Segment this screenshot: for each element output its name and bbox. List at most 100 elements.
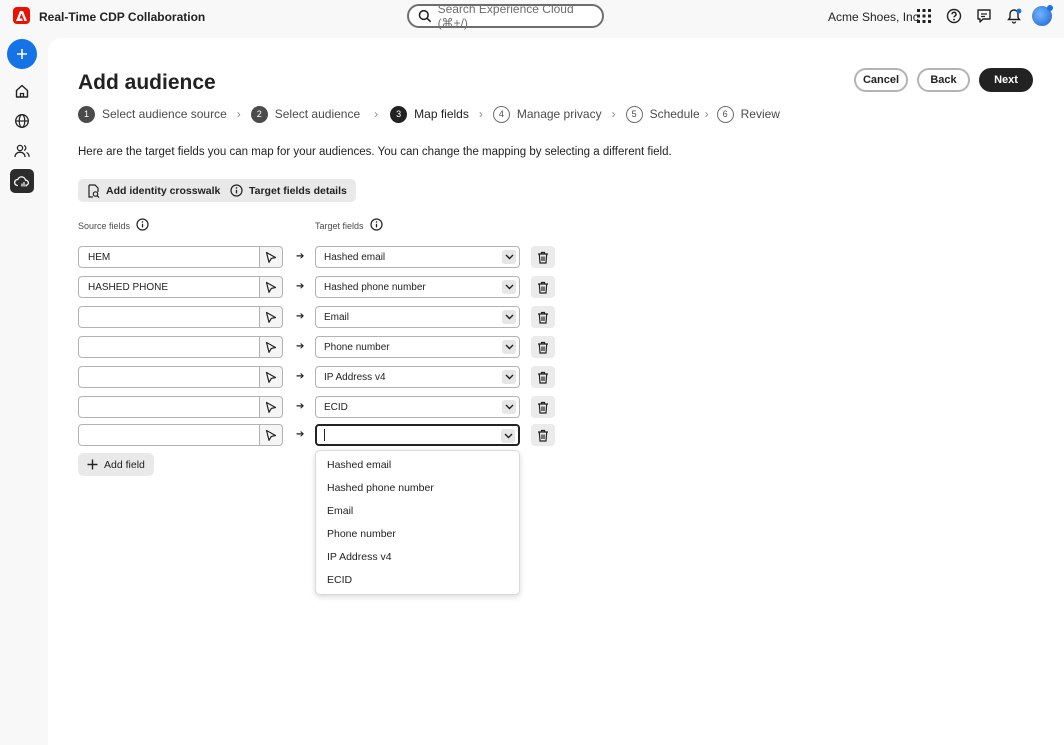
mapping-row: ➔ <box>78 424 558 446</box>
select-source-button[interactable] <box>259 336 283 358</box>
org-switcher[interactable]: Acme Shoes, Inc <box>828 10 919 24</box>
source-fields-label: Source fields <box>78 218 149 233</box>
menu-item[interactable]: IP Address v4 <box>316 545 519 568</box>
target-field-dropdown[interactable]: Phone number <box>315 336 520 358</box>
menu-item[interactable]: Hashed email <box>316 453 519 476</box>
source-field-input[interactable]: HEM <box>78 246 260 268</box>
arrow-right-icon: ➔ <box>296 429 305 440</box>
chevron-right-icon: › <box>374 107 379 121</box>
source-field-input[interactable]: HASHED PHONE <box>78 276 260 298</box>
page-title: Add audience <box>78 71 216 94</box>
mapping-row: HEM ➔ Hashed email <box>78 246 558 268</box>
trash-icon <box>538 251 548 264</box>
user-avatar[interactable] <box>1031 5 1053 27</box>
delete-row-button[interactable] <box>531 276 555 298</box>
text-caret <box>324 429 325 441</box>
source-field-input[interactable] <box>78 366 260 388</box>
back-button[interactable]: Back <box>917 68 970 92</box>
arrow-right-icon: ➔ <box>296 281 305 292</box>
menu-item[interactable]: Email <box>316 499 519 522</box>
target-field-dropdown[interactable]: Hashed phone number <box>315 276 520 298</box>
add-field-button[interactable]: Add field <box>78 453 154 476</box>
select-source-button[interactable] <box>259 306 283 328</box>
cloud-connections-icon[interactable] <box>10 169 34 193</box>
trash-icon <box>538 401 548 414</box>
chevron-right-icon: › <box>478 107 483 121</box>
target-fields-details-button[interactable]: Target fields details <box>221 179 356 202</box>
left-rail: » <box>0 33 48 745</box>
wizard-steps: 1 Select audience source › 2 Select audi… <box>78 105 780 123</box>
mapping-row: ➔ Phone number <box>78 336 558 358</box>
target-field-dropdown[interactable]: ECID <box>315 396 520 418</box>
target-field-dropdown[interactable]: Hashed email <box>315 246 520 268</box>
select-source-button[interactable] <box>259 424 283 446</box>
chevron-down-icon <box>502 370 516 384</box>
target-field-dropdown[interactable]: IP Address v4 <box>315 366 520 388</box>
select-source-button[interactable] <box>259 276 283 298</box>
source-field-input[interactable] <box>78 396 260 418</box>
mapping-row: ➔ Email <box>78 306 558 328</box>
adobe-logo-icon[interactable] <box>13 7 30 24</box>
globe-icon[interactable] <box>10 109 34 133</box>
cursor-icon <box>265 281 277 293</box>
audiences-icon[interactable] <box>10 139 34 163</box>
arrow-right-icon: ➔ <box>296 401 305 412</box>
target-field-dropdown-open[interactable] <box>315 424 520 446</box>
help-icon[interactable] <box>945 7 963 25</box>
page-description: Here are the target fields you can map f… <box>78 146 672 158</box>
chevron-down-icon <box>502 340 516 354</box>
delete-row-button[interactable] <box>531 366 555 388</box>
step-map-fields[interactable]: 3 Map fields <box>390 105 469 123</box>
cancel-button[interactable]: Cancel <box>854 68 908 92</box>
select-source-button[interactable] <box>259 396 283 418</box>
info-icon[interactable] <box>369 218 383 233</box>
chevron-down-icon <box>501 429 515 443</box>
plus-icon <box>87 459 98 470</box>
mapping-row: ➔ ECID <box>78 396 558 418</box>
chevron-down-icon <box>502 250 516 264</box>
step-schedule[interactable]: 5 Schedule <box>625 105 700 123</box>
next-button[interactable]: Next <box>979 68 1033 92</box>
source-field-input[interactable] <box>78 336 260 358</box>
step-review[interactable]: 6 Review <box>716 105 780 123</box>
chevron-right-icon: › <box>236 107 241 121</box>
source-field-input[interactable] <box>78 306 260 328</box>
chevron-down-icon <box>502 280 516 294</box>
apps-grid-icon[interactable] <box>915 7 933 25</box>
menu-item[interactable]: Hashed phone number <box>316 476 519 499</box>
target-field-menu: Hashed email Hashed phone number Email P… <box>315 450 520 595</box>
feedback-icon[interactable] <box>975 7 993 25</box>
trash-icon <box>538 281 548 294</box>
main-panel: Add audience Cancel Back Next 1 Select a… <box>48 38 1064 745</box>
arrow-right-icon: ➔ <box>296 311 305 322</box>
select-source-button[interactable] <box>259 366 283 388</box>
step-select-audience[interactable]: 2 Select audience <box>250 105 360 123</box>
trash-icon <box>538 341 548 354</box>
app-title[interactable]: Real-Time CDP Collaboration <box>39 10 205 24</box>
target-field-dropdown[interactable]: Email <box>315 306 520 328</box>
info-icon[interactable] <box>136 218 149 233</box>
delete-row-button[interactable] <box>531 396 555 418</box>
notifications-icon[interactable] <box>1005 7 1023 25</box>
cursor-icon <box>265 371 277 383</box>
search-input[interactable]: Search Experience Cloud (⌘+/) <box>407 2 604 30</box>
delete-row-button[interactable] <box>531 306 555 328</box>
create-button[interactable] <box>7 39 37 69</box>
chevron-right-icon: › <box>611 107 616 121</box>
delete-row-button[interactable] <box>531 424 555 446</box>
source-field-input[interactable] <box>78 424 260 446</box>
select-source-button[interactable] <box>259 246 283 268</box>
arrow-right-icon: ➔ <box>296 251 305 262</box>
arrow-right-icon: ➔ <box>296 341 305 352</box>
delete-row-button[interactable] <box>531 336 555 358</box>
home-icon[interactable] <box>10 79 34 103</box>
menu-item[interactable]: ECID <box>316 568 519 591</box>
add-identity-crosswalk-button[interactable]: Add identity crosswalk <box>78 179 230 202</box>
delete-row-button[interactable] <box>531 246 555 268</box>
search-icon <box>418 9 432 23</box>
cursor-icon <box>265 401 277 413</box>
mapping-row: ➔ IP Address v4 <box>78 366 558 388</box>
step-manage-privacy[interactable]: 4 Manage privacy <box>492 105 602 123</box>
menu-item[interactable]: Phone number <box>316 522 519 545</box>
step-select-audience-source[interactable]: 1 Select audience source <box>78 105 227 123</box>
